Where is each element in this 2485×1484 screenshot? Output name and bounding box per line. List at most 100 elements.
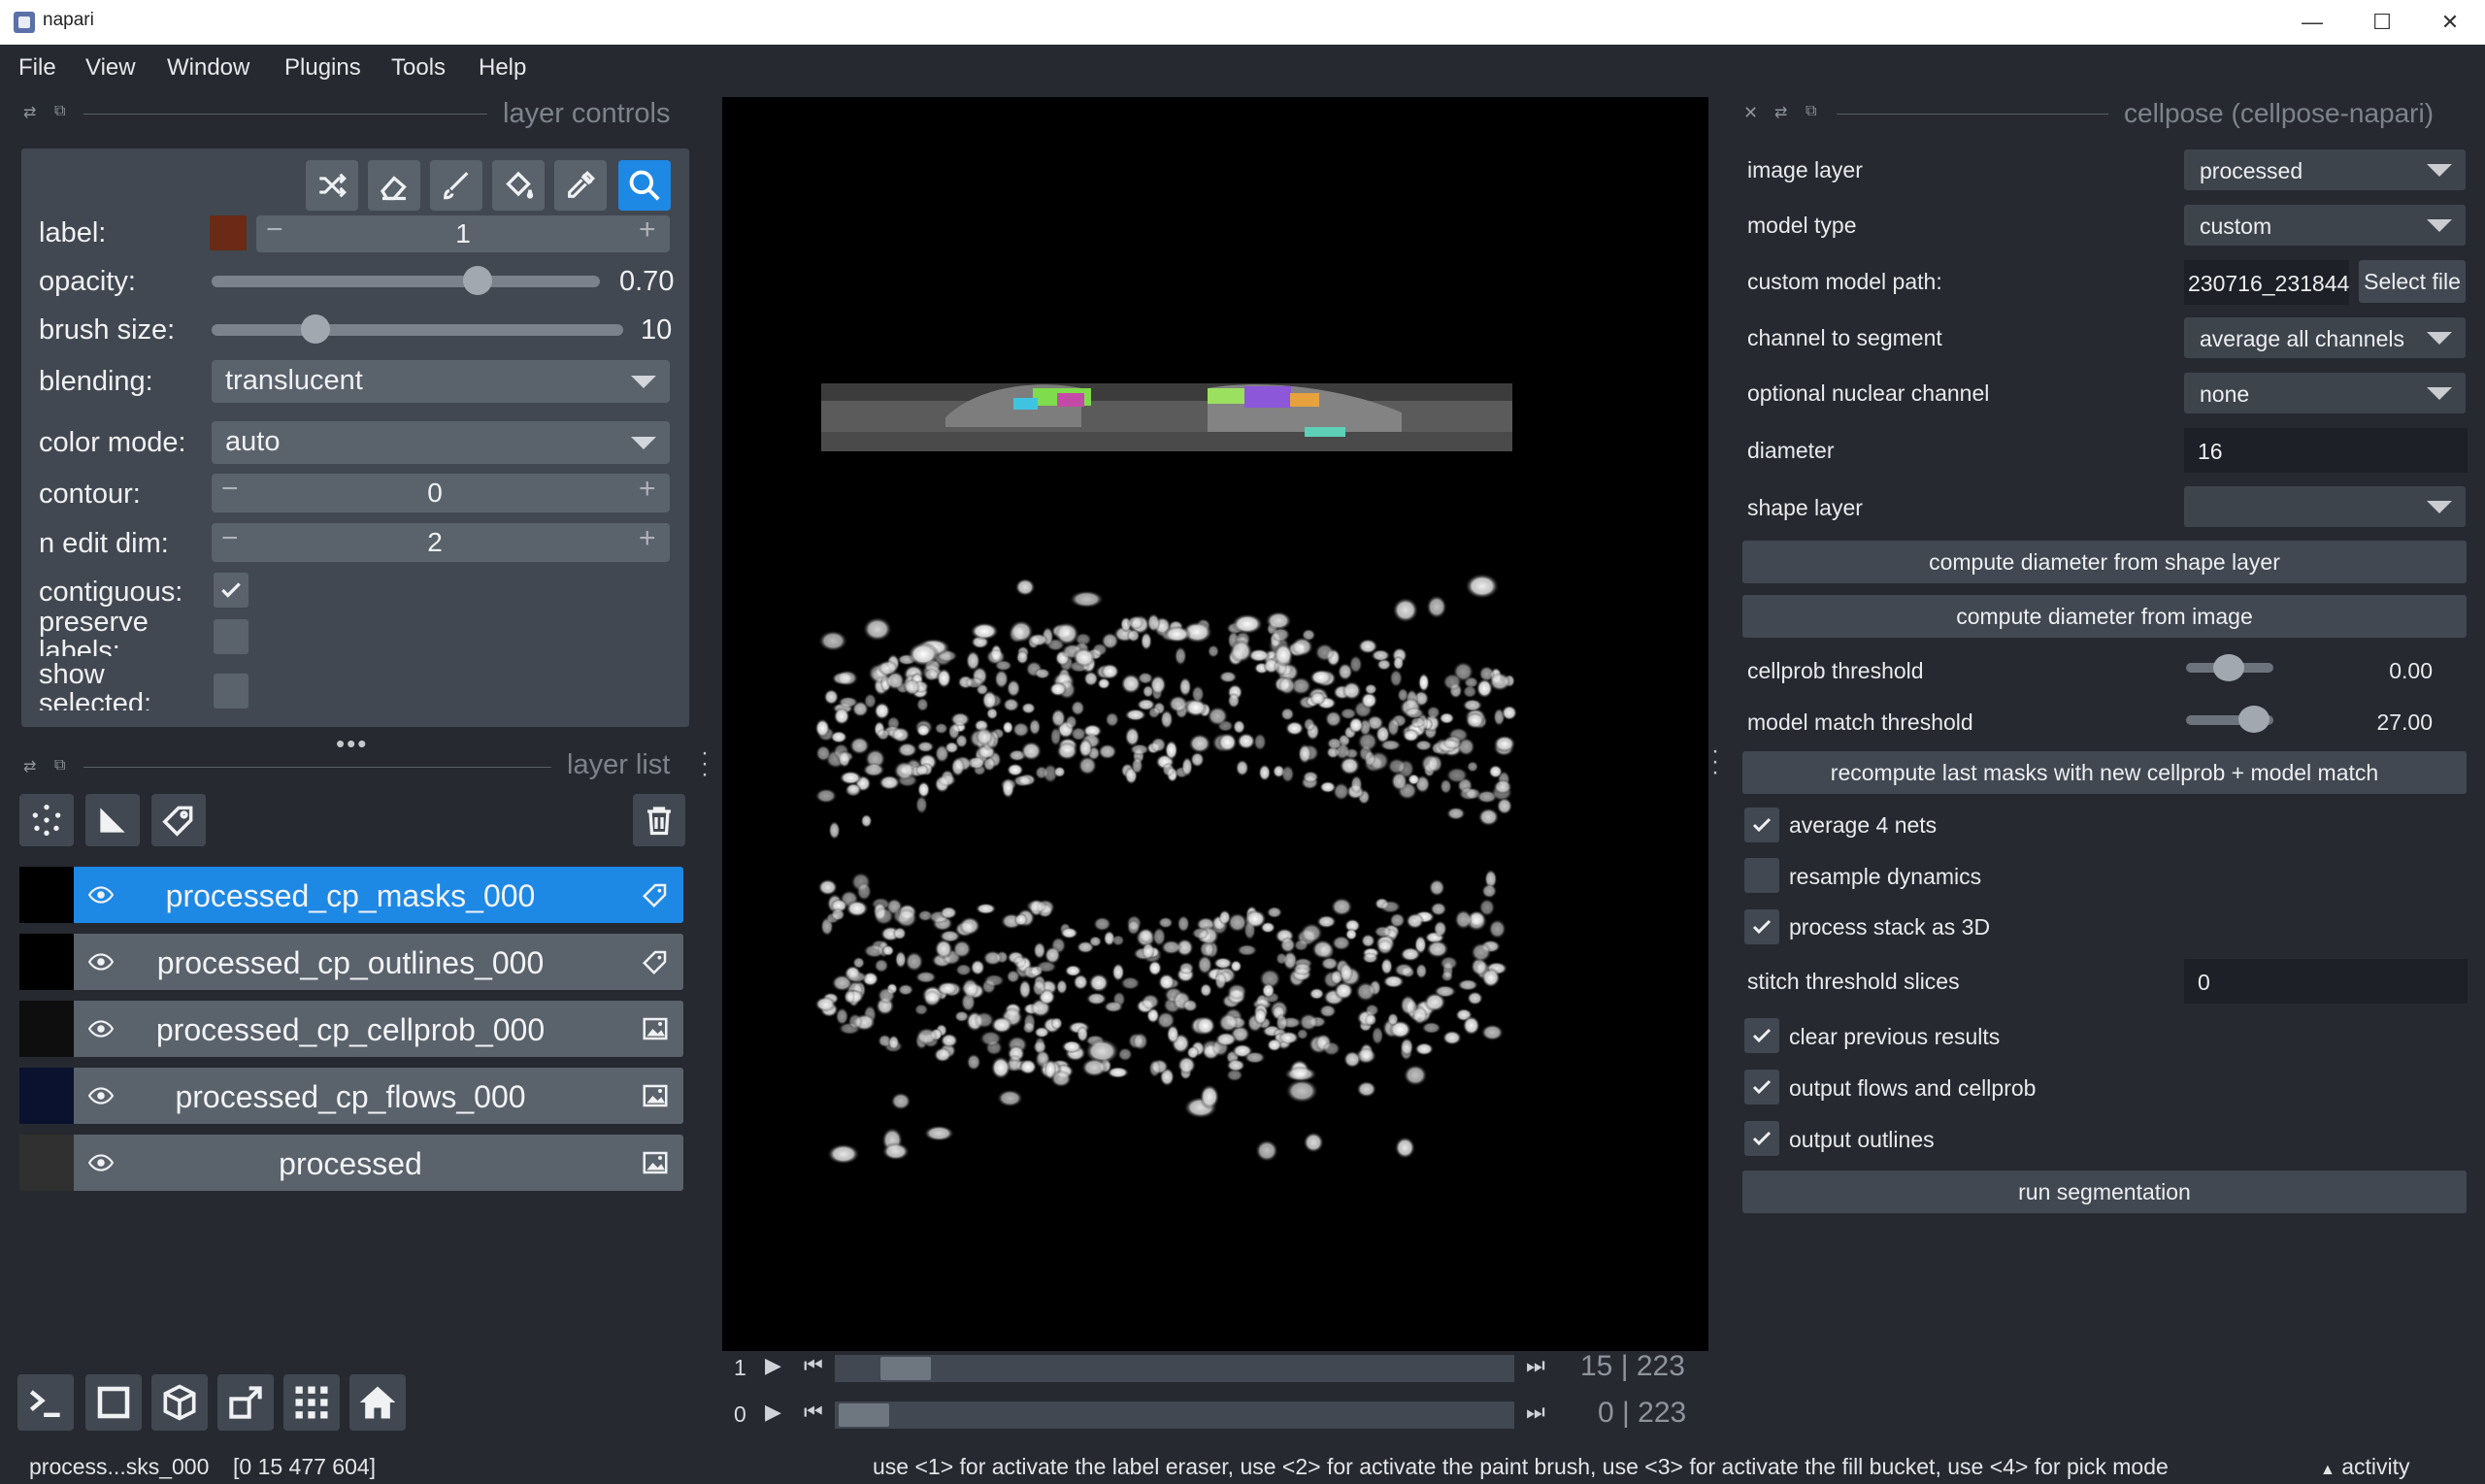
new-shapes-layer-button[interactable] bbox=[85, 794, 140, 846]
process-3d-checkbox[interactable] bbox=[1744, 909, 1779, 944]
dock-undock-icon[interactable]: ⧉ bbox=[1806, 103, 1816, 120]
brush-size-slider[interactable] bbox=[212, 324, 623, 336]
splitter-handle[interactable]: ••• bbox=[336, 729, 368, 759]
transpose-dimensions-button[interactable] bbox=[217, 1374, 274, 1431]
dock-splitter-handle[interactable]: · · · bbox=[1711, 740, 1719, 784]
recompute-masks-button[interactable]: recompute last masks with new cellprob +… bbox=[1742, 751, 2467, 794]
contour-increment-button[interactable]: + bbox=[639, 473, 656, 506]
average-nets-checkbox[interactable] bbox=[1744, 808, 1779, 842]
layer-row-processed-cp-cellprob-000[interactable]: processed_cp_cellprob_000 bbox=[19, 1001, 683, 1057]
label-color-swatch[interactable] bbox=[210, 215, 247, 250]
layer-row-processed[interactable]: processed bbox=[19, 1135, 683, 1191]
clear-previous-checkbox[interactable] bbox=[1744, 1018, 1779, 1053]
compute-diameter-image-button[interactable]: compute diameter from image bbox=[1742, 595, 2467, 638]
menu-file[interactable]: File bbox=[18, 54, 56, 82]
diameter-input[interactable]: 16 bbox=[2184, 428, 2468, 473]
model-type-combobox[interactable]: custom bbox=[2184, 205, 2466, 246]
menu-view[interactable]: View bbox=[85, 54, 136, 82]
paint-brush-button[interactable] bbox=[430, 160, 482, 211]
contour-spinbox[interactable]: − 0 + bbox=[212, 473, 670, 512]
color-picker-button[interactable] bbox=[554, 160, 607, 211]
new-labels-layer-button[interactable] bbox=[151, 794, 206, 846]
show-selected-checkbox[interactable] bbox=[214, 674, 248, 709]
image-layer-combobox[interactable]: processed bbox=[2184, 149, 2466, 190]
close-window-button[interactable]: ✕ bbox=[2415, 0, 2485, 45]
nucleus-blob bbox=[1392, 655, 1405, 671]
layer-name[interactable]: processed_cp_cellprob_000 bbox=[113, 1012, 588, 1048]
nucleus-blob bbox=[990, 1016, 1013, 1035]
n-edit-dim-decrement-button[interactable]: − bbox=[221, 522, 239, 555]
brush-size-slider-handle[interactable] bbox=[301, 314, 330, 344]
delete-layer-button[interactable] bbox=[633, 794, 685, 846]
dock-float-icon[interactable]: ⇄ bbox=[1774, 103, 1787, 122]
preserve-labels-checkbox[interactable] bbox=[214, 619, 248, 654]
cellprob-threshold-handle[interactable] bbox=[2213, 654, 2244, 681]
dim-1-slider[interactable] bbox=[835, 1402, 1514, 1429]
opacity-slider[interactable] bbox=[212, 276, 600, 287]
menu-window[interactable]: Window bbox=[167, 54, 249, 82]
new-points-layer-button[interactable] bbox=[19, 794, 74, 846]
opacity-slider-handle[interactable] bbox=[463, 266, 492, 295]
layer-name[interactable]: processed bbox=[113, 1146, 588, 1182]
select-file-button[interactable]: Select file bbox=[2359, 260, 2466, 303]
fill-bucket-button[interactable] bbox=[492, 160, 545, 211]
blending-combobox[interactable]: translucent bbox=[212, 360, 670, 403]
shuffle-colors-button[interactable] bbox=[306, 160, 358, 211]
layer-name[interactable]: processed_cp_outlines_000 bbox=[113, 945, 588, 981]
layer-name[interactable]: processed_cp_masks_000 bbox=[113, 878, 588, 914]
stitch-threshold-input[interactable]: 0 bbox=[2184, 959, 2468, 1004]
dock-undock-icon[interactable]: ⧉ bbox=[54, 103, 65, 120]
roll-dimensions-button[interactable] bbox=[151, 1374, 208, 1431]
nuclear-channel-combobox[interactable]: none bbox=[2184, 373, 2466, 413]
dock-undock-icon[interactable]: ⧉ bbox=[54, 757, 65, 775]
n-edit-dim-spinbox[interactable]: − 2 + bbox=[212, 522, 670, 562]
ndisplay-button[interactable] bbox=[85, 1374, 142, 1431]
dim-0-step-back-icon[interactable]: ⏮ bbox=[804, 1353, 823, 1378]
layer-row-processed-cp-masks-000[interactable]: processed_cp_masks_000 bbox=[19, 867, 683, 923]
channel-to-segment-combobox[interactable]: average all channels bbox=[2184, 317, 2466, 358]
activity-button[interactable]: ▲ activity bbox=[2320, 1454, 2410, 1480]
dim-1-slider-thumb[interactable] bbox=[839, 1403, 889, 1427]
layer-list-options-icon[interactable]: · · · bbox=[701, 742, 709, 786]
model-match-threshold-handle[interactable] bbox=[2238, 706, 2270, 733]
color-mode-combobox[interactable]: auto bbox=[212, 421, 670, 464]
dim-1-play-icon[interactable]: ▶ bbox=[765, 1400, 781, 1425]
dim-0-slider-thumb[interactable] bbox=[880, 1357, 932, 1380]
console-button[interactable] bbox=[17, 1374, 74, 1431]
reset-view-button[interactable] bbox=[349, 1374, 406, 1431]
minimize-button[interactable]: — bbox=[2277, 0, 2347, 45]
dim-0-step-forward-icon[interactable]: ⏭ bbox=[1526, 1353, 1545, 1378]
menu-plugins[interactable]: Plugins bbox=[284, 54, 361, 82]
compute-diameter-shape-button[interactable]: compute diameter from shape layer bbox=[1742, 541, 2467, 583]
layer-row-processed-cp-flows-000[interactable]: processed_cp_flows_000 bbox=[19, 1068, 683, 1124]
layer-row-processed-cp-outlines-000[interactable]: processed_cp_outlines_000 bbox=[19, 934, 683, 990]
dim-0-play-icon[interactable]: ▶ bbox=[765, 1353, 781, 1378]
label-increment-button[interactable]: + bbox=[639, 214, 656, 247]
label-decrement-button[interactable]: − bbox=[266, 214, 283, 247]
eraser-button[interactable] bbox=[368, 160, 420, 211]
resample-dynamics-checkbox[interactable] bbox=[1744, 858, 1779, 893]
dock-close-icon[interactable]: ✕ bbox=[1743, 103, 1758, 123]
layer-name[interactable]: processed_cp_flows_000 bbox=[113, 1079, 588, 1115]
dock-float-icon[interactable]: ⇄ bbox=[23, 757, 36, 776]
label-spinbox[interactable]: − 1 + bbox=[256, 214, 670, 252]
output-outlines-checkbox[interactable] bbox=[1744, 1121, 1779, 1156]
pan-zoom-button[interactable] bbox=[618, 160, 671, 211]
output-flows-checkbox[interactable] bbox=[1744, 1070, 1779, 1105]
custom-model-path-input[interactable]: 230716_231844 bbox=[2184, 260, 2349, 305]
contiguous-checkbox[interactable] bbox=[214, 573, 248, 608]
contour-decrement-button[interactable]: − bbox=[221, 473, 239, 506]
viewer-canvas[interactable] bbox=[722, 97, 1708, 1351]
dim-1-step-back-icon[interactable]: ⏮ bbox=[804, 1400, 823, 1425]
grid-view-button[interactable] bbox=[283, 1374, 340, 1431]
shape-layer-combobox[interactable] bbox=[2184, 486, 2466, 527]
nuclear-channel-value: none bbox=[2200, 381, 2250, 407]
menu-help[interactable]: Help bbox=[479, 54, 526, 82]
maximize-button[interactable]: ☐ bbox=[2347, 0, 2417, 45]
dim-1-step-forward-icon[interactable]: ⏭ bbox=[1526, 1400, 1545, 1425]
n-edit-dim-increment-button[interactable]: + bbox=[639, 522, 656, 555]
menu-tools[interactable]: Tools bbox=[391, 54, 446, 82]
dim-0-slider[interactable] bbox=[835, 1355, 1514, 1382]
dock-float-icon[interactable]: ⇄ bbox=[23, 103, 36, 122]
run-segmentation-button[interactable]: run segmentation bbox=[1742, 1171, 2467, 1213]
